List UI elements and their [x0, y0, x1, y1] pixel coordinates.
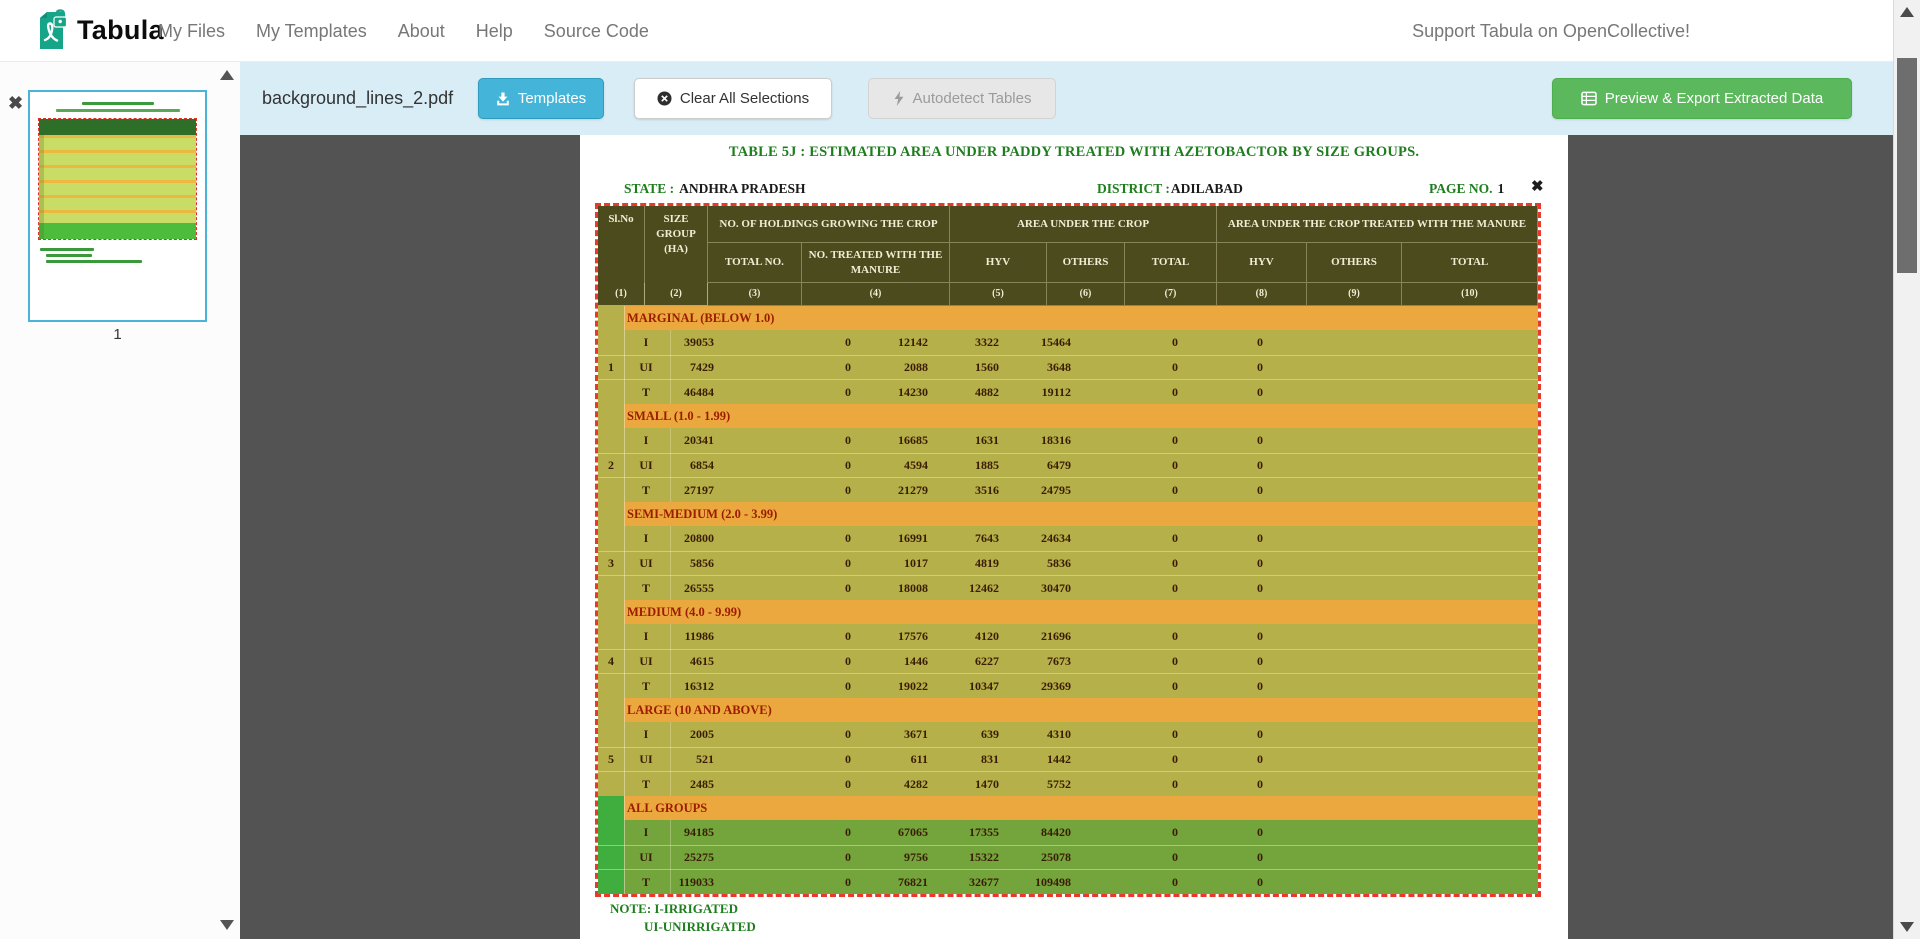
note-line-1: NOTE: I-IRRIGATED — [610, 901, 738, 917]
nav-links: My Files My Templates About Help Source … — [158, 0, 649, 62]
nav-item-my-files[interactable]: My Files — [158, 21, 225, 42]
nav-item-source-code[interactable]: Source Code — [544, 21, 649, 42]
state-label: STATE : — [624, 181, 674, 196]
toolbar: background_lines_2.pdf Templates Clear A… — [240, 62, 1893, 135]
support-link[interactable]: Support Tabula on OpenCollective! — [1412, 0, 1690, 62]
brand-home-link[interactable]: Tabula — [36, 9, 164, 51]
thumb-table-header — [39, 119, 196, 135]
thumbnail-page-number: 1 — [28, 326, 207, 343]
district-value: ADILABAD — [1171, 181, 1243, 196]
preview-export-button[interactable]: Preview & Export Extracted Data — [1552, 78, 1852, 119]
save-icon — [496, 92, 510, 106]
clear-button-label: Clear All Selections — [680, 90, 809, 107]
table-list-icon — [1581, 91, 1597, 106]
note-line-2: UI-UNIRRIGATED — [644, 919, 756, 935]
thumb-table — [38, 118, 197, 240]
autodetect-button-label: Autodetect Tables — [913, 90, 1032, 107]
state-value: ANDHRA PRADESH — [679, 181, 805, 196]
remove-file-icon[interactable]: ✖ — [8, 94, 23, 112]
district-field: DISTRICT :ADILABAD — [1097, 181, 1243, 197]
export-button-label: Preview & Export Extracted Data — [1605, 90, 1823, 107]
district-label: DISTRICT : — [1097, 181, 1170, 196]
navbar: Tabula My Files My Templates About Help … — [0, 0, 1920, 62]
pdf-page[interactable]: TABLE 5J : ESTIMATED AREA UNDER PADDY TR… — [580, 135, 1568, 939]
scrollbar-up-icon[interactable] — [1900, 7, 1914, 17]
bolt-icon — [893, 91, 905, 106]
thumb-subtitle-line — [56, 109, 180, 112]
page-scrollbar[interactable] — [1893, 0, 1920, 939]
thumb-note-line — [46, 254, 92, 257]
page-no-value: 1 — [1498, 181, 1505, 196]
page-no-label: PAGE NO. — [1429, 181, 1493, 196]
nav-item-about[interactable]: About — [398, 21, 445, 42]
document-title: TABLE 5J : ESTIMATED AREA UNDER PADDY TR… — [580, 144, 1568, 161]
page-thumbnail-sidebar: ✖ 1 — [0, 62, 240, 939]
nav-item-my-templates[interactable]: My Templates — [256, 21, 367, 42]
pdf-lock-logo-icon — [36, 9, 68, 51]
thumb-table-strip — [39, 135, 44, 239]
sidebar-scroll-down-icon[interactable] — [220, 920, 234, 930]
filename-label: background_lines_2.pdf — [262, 62, 453, 135]
templates-button-label: Templates — [518, 90, 586, 107]
thumb-title-line — [82, 102, 154, 105]
thumb-table-footer — [39, 223, 196, 239]
page-thumbnail[interactable] — [28, 90, 207, 322]
scrollbar-down-icon[interactable] — [1900, 922, 1914, 932]
page-no-field: PAGE NO. 1 — [1429, 181, 1504, 197]
nav-item-help[interactable]: Help — [476, 21, 513, 42]
remove-circle-icon — [657, 91, 672, 106]
scrollbar-thumb[interactable] — [1897, 58, 1917, 273]
remove-selection-icon[interactable]: ✖ — [1531, 177, 1544, 195]
selection-border[interactable] — [595, 203, 1541, 897]
pdf-table: Sl.No SIZE GROUP (HA) NO. OF HOLDINGS GR… — [598, 206, 1538, 894]
pdf-viewer-area: TABLE 5J : ESTIMATED AREA UNDER PADDY TR… — [240, 135, 1893, 939]
app-title: Tabula — [77, 15, 164, 46]
thumb-note-line — [46, 260, 142, 263]
thumb-table-body — [39, 135, 196, 225]
state-field: STATE : ANDHRA PRADESH — [624, 181, 806, 197]
templates-button[interactable]: Templates — [478, 78, 604, 119]
thumb-note-line — [40, 248, 94, 251]
clear-all-selections-button[interactable]: Clear All Selections — [634, 78, 832, 119]
autodetect-tables-button[interactable]: Autodetect Tables — [868, 78, 1056, 119]
sidebar-scroll-up-icon[interactable] — [220, 70, 234, 80]
